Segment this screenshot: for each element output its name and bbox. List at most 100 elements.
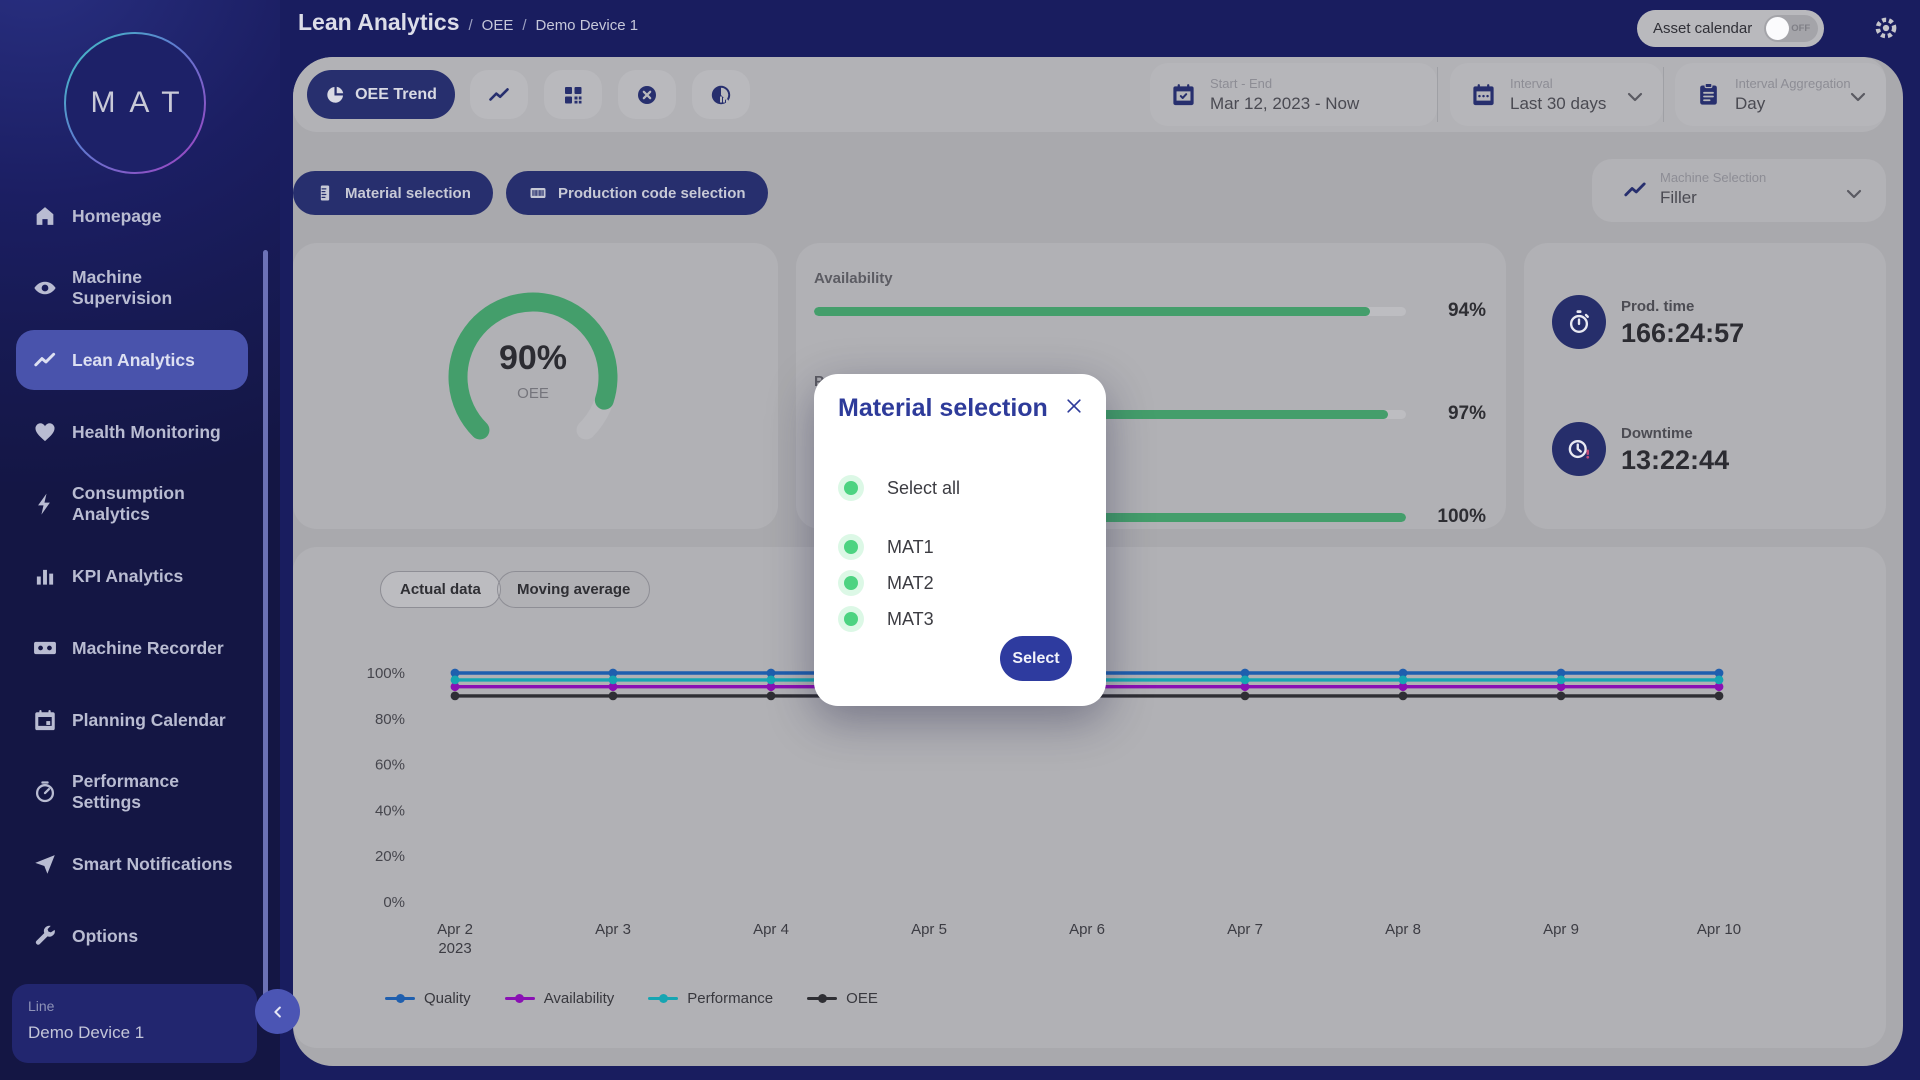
interval-field[interactable]: Interval Last 30 days (1450, 63, 1663, 126)
gauge-icon (32, 779, 58, 805)
settings-gear-icon[interactable] (1872, 14, 1900, 42)
svg-text:0%: 0% (383, 894, 405, 911)
toggle-knob (1766, 17, 1789, 40)
toggle-state-label: OFF (1791, 23, 1810, 34)
sidebar-item-kpi-analytics[interactable]: KPI Analytics (0, 540, 280, 612)
wrench-icon (32, 923, 58, 949)
sidebar-item-smart-notifications[interactable]: Smart Notifications (0, 828, 280, 900)
sidebar-item-consumption-analytics[interactable]: Consumption Analytics (0, 468, 280, 540)
asset-calendar-toggle[interactable]: Asset calendar OFF (1637, 10, 1824, 47)
sidebar-scrollbar[interactable] (263, 250, 268, 1015)
svg-text:100%: 100% (367, 665, 405, 682)
stopwatch-icon (1552, 295, 1606, 349)
calendar-icon (32, 707, 58, 733)
qr-grid-button[interactable] (544, 70, 602, 119)
chevron-left-icon (269, 1003, 287, 1021)
sidebar-nav: Homepage Machine Supervision Lean Analytic… (0, 180, 280, 972)
kpi-bar-value: 100% (1420, 506, 1486, 528)
date-range-field[interactable]: Start - End Mar 12, 2023 - Now (1150, 63, 1437, 126)
bolt-icon (32, 491, 58, 517)
home-icon (32, 203, 58, 229)
toggle-switch[interactable]: OFF (1764, 15, 1818, 42)
calendar-check-icon (1170, 81, 1197, 108)
sidebar-item-lean-analytics[interactable]: Lean Analytics (0, 324, 280, 396)
chevron-down-icon (1846, 186, 1862, 196)
app-logo: MAT (64, 32, 206, 174)
svg-text:Apr 8: Apr 8 (1385, 921, 1421, 938)
page-title: Lean Analytics (298, 9, 459, 36)
oee-gauge: 90% OEE (443, 287, 623, 467)
machine-selection-label: Machine Selection (1660, 170, 1766, 185)
progress-fill (814, 307, 1370, 316)
divider (1437, 67, 1438, 122)
sidebar-item-homepage[interactable]: Homepage (0, 180, 280, 252)
line-label: Line (28, 998, 241, 1014)
close-icon[interactable] (1064, 396, 1084, 416)
sidebar-item-label: Consumption Analytics (72, 483, 242, 524)
svg-text:Apr 9: Apr 9 (1543, 921, 1579, 938)
production-code-selection-button[interactable]: Production code selection (506, 171, 768, 215)
clipboard-icon (1695, 81, 1722, 108)
breadcrumb-separator: / (468, 17, 472, 34)
breadcrumb-device[interactable]: Demo Device 1 (536, 17, 639, 34)
prod-time-label: Prod. time (1621, 298, 1744, 315)
legend-item-performance[interactable]: Performance (648, 990, 773, 1007)
sidebar-item-options[interactable]: Options (0, 900, 280, 972)
legend-label: Quality (424, 990, 471, 1007)
oee-trend-label: OEE Trend (355, 86, 437, 104)
pie-chart-icon (325, 84, 346, 105)
breadcrumb-section[interactable]: OEE (482, 17, 514, 34)
line-view-button[interactable] (470, 70, 528, 119)
checked-circle-icon (838, 606, 864, 632)
breadcrumb: Lean Analytics / OEE / Demo Device 1 (298, 9, 638, 36)
select-button[interactable]: Select (1000, 636, 1072, 681)
legend-label: Availability (544, 990, 615, 1007)
downtime-label: Downtime (1621, 425, 1729, 442)
line-chart-icon (487, 83, 511, 107)
kpi-bar-availability: Availability94% (814, 270, 1486, 322)
material-option-select-all[interactable]: Select all (838, 475, 1082, 501)
sidebar: MAT Homepage Machine Supervision Lean Anal… (0, 0, 280, 1080)
material-selection-button[interactable]: Material selection (293, 171, 493, 215)
legend-item-availability[interactable]: Availability (505, 990, 615, 1007)
material-option-mat1[interactable]: MAT1 (838, 534, 1082, 560)
legend-swatch (385, 997, 415, 1001)
oee-trend-button[interactable]: OEE Trend (307, 70, 455, 119)
stops-button[interactable] (618, 70, 676, 119)
barcode-icon (528, 183, 548, 203)
sidebar-item-machine-recorder[interactable]: Machine Recorder (0, 612, 280, 684)
svg-text:Apr 3: Apr 3 (595, 921, 631, 938)
sidebar-collapse-button[interactable] (255, 989, 300, 1034)
machine-selection-value: Filler (1660, 188, 1766, 208)
view-toolbar: OEE Trend Start - E (293, 57, 1886, 132)
production-code-selection-label: Production code selection (558, 185, 746, 202)
kpi-bar-value: 97% (1420, 403, 1486, 425)
downtime-row: Downtime 13:22:44 (1552, 422, 1886, 476)
svg-text:Apr 2: Apr 2 (437, 921, 473, 938)
svg-text:60%: 60% (375, 757, 405, 774)
times-card: Prod. time 166:24:57 Downtime 13:22:44 (1524, 243, 1886, 529)
legend-item-oee[interactable]: OEE (807, 990, 878, 1007)
sidebar-item-label: Lean Analytics (72, 350, 242, 371)
sidebar-item-machine-supervision[interactable]: Machine Supervision (0, 252, 280, 324)
calendar-icon (1470, 81, 1497, 108)
material-option-label: MAT3 (887, 609, 934, 630)
aggregation-field[interactable]: Interval Aggregation Day (1675, 63, 1886, 126)
material-option-mat3[interactable]: MAT3 (838, 606, 1082, 632)
circle-x-icon (635, 83, 659, 107)
legend-item-quality[interactable]: Quality (385, 990, 471, 1007)
kpi-bar-label: Availability (814, 270, 1486, 287)
logo-text: MAT (66, 34, 204, 172)
sidebar-item-label: Machine Supervision (72, 267, 242, 308)
sidebar-item-health-monitoring[interactable]: Health Monitoring (0, 396, 280, 468)
sidebar-item-planning-calendar[interactable]: Planning Calendar (0, 684, 280, 756)
material-option-label: Select all (887, 478, 960, 499)
material-option-mat2[interactable]: MAT2 (838, 570, 1082, 596)
chevron-down-icon (1627, 89, 1643, 99)
pareto-button[interactable] (692, 70, 750, 119)
sidebar-item-performance-settings[interactable]: Performance Settings (0, 756, 280, 828)
machine-selection-dropdown[interactable]: Machine Selection Filler (1592, 159, 1886, 222)
aggregation-label: Interval Aggregation (1735, 76, 1851, 91)
page-header: Lean Analytics / OEE / Demo Device 1 Ass… (280, 0, 1920, 57)
checked-circle-icon (838, 570, 864, 596)
